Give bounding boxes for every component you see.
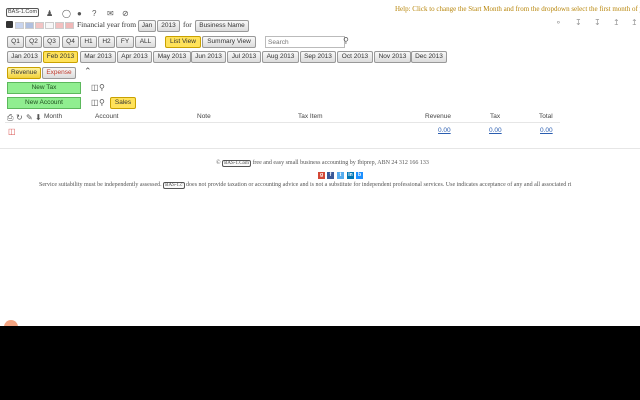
flag-icon[interactable] [65, 22, 74, 29]
footer-logo[interactable]: BAS-1.Com [222, 160, 251, 167]
chat-widget-icon[interactable] [4, 320, 18, 326]
header-divider [5, 122, 560, 123]
month-button[interactable]: Aug 2013 [262, 51, 299, 63]
list-view-button[interactable]: List View [165, 36, 201, 48]
app-window: BAS-1.Com ♟ ◯ ● ? ✉ ⊘ Help: Click to cha… [0, 0, 640, 326]
month-button[interactable]: Jun 2013 [191, 51, 226, 63]
period-all-button[interactable]: ALL [135, 36, 156, 48]
col-revenue[interactable]: Revenue [425, 113, 451, 120]
month-button[interactable]: Feb 2013 [43, 51, 78, 63]
calendar-icon[interactable] [6, 21, 13, 28]
copyright-symbol: © [216, 160, 221, 166]
download2-icon[interactable]: ↧ [594, 18, 601, 27]
summary-view-button[interactable]: Summary View [202, 36, 256, 48]
period-h2-button[interactable]: H2 [98, 36, 115, 48]
new-tax-button[interactable]: New Tax [7, 82, 81, 94]
revenue-tab[interactable]: Revenue [7, 67, 41, 79]
collapse-icon[interactable]: ⌃ [84, 67, 92, 76]
search-icon[interactable]: ⚲ [343, 36, 349, 45]
col-month[interactable]: Month [44, 113, 62, 120]
row-total[interactable]: 0.00 [540, 127, 553, 134]
flag-icon[interactable] [45, 22, 54, 29]
month-button[interactable]: Sep 2013 [300, 51, 336, 63]
col-total[interactable]: Total [539, 113, 553, 120]
social-icon[interactable]: b [356, 172, 363, 179]
linkedin-icon[interactable]: in [347, 172, 354, 179]
flag-icon[interactable] [25, 22, 34, 29]
fy-year-button[interactable]: 2013 [157, 20, 180, 32]
flag-icon[interactable] [35, 22, 44, 29]
upload-icon[interactable]: ↥ [613, 18, 620, 27]
month-button[interactable]: May 2013 [153, 51, 191, 63]
search-icon[interactable]: ⚲ [99, 98, 105, 107]
print-icon[interactable]: ⎙ [7, 113, 13, 122]
fy-month-button[interactable]: Jan [138, 20, 156, 32]
person-icon[interactable]: ● [77, 9, 82, 18]
mail-icon[interactable]: ✉ [107, 9, 114, 18]
col-account[interactable]: Account [95, 113, 119, 120]
footer-line2: Service suitability must be independentl… [39, 182, 571, 189]
col-tax[interactable]: Tax [490, 113, 500, 120]
row-revenue[interactable]: 0.00 [438, 127, 451, 134]
month-button[interactable]: Jan 2013 [7, 51, 42, 63]
down-arrow-icon[interactable]: ⬇ [35, 113, 42, 122]
period-fy-button[interactable]: FY [116, 36, 134, 48]
trash-icon[interactable]: ◫ [8, 127, 16, 136]
footer-disclaimer-post: does not provide taxation or accounting … [186, 182, 572, 188]
trash-icon[interactable]: ◫ [91, 83, 99, 92]
footer-line1: © BAS-1.Com free and easy small business… [216, 160, 429, 167]
sales-button[interactable]: Sales [110, 97, 136, 109]
search-icon[interactable]: ⚲ [99, 83, 105, 92]
period-q1-button[interactable]: Q1 [7, 36, 24, 48]
footer-disclaimer-pre: Service suitability must be independentl… [39, 182, 162, 188]
share-icon[interactable]: ⚬ [555, 18, 562, 27]
logo[interactable]: BAS-1.Com [6, 8, 40, 17]
flag-icon[interactable] [55, 22, 64, 29]
footer-text: free and easy small business accounting … [252, 160, 429, 166]
period-q2-button[interactable]: Q2 [25, 36, 42, 48]
flag-icon[interactable] [15, 22, 24, 29]
help-icon[interactable]: ? [92, 9, 96, 18]
help-text: Help: Click to change the Start Month an… [395, 5, 640, 13]
fy-for-label: for [183, 20, 192, 29]
month-button[interactable]: Oct 2013 [337, 51, 373, 63]
col-tax-item[interactable]: Tax Item [298, 113, 323, 120]
facebook-icon[interactable]: f [327, 172, 334, 179]
twitter-icon[interactable]: t [337, 172, 344, 179]
upload2-icon[interactable]: ↥ [631, 18, 638, 27]
footer-divider [0, 148, 640, 149]
period-q4-button[interactable]: Q4 [62, 36, 79, 48]
search-input[interactable] [265, 36, 345, 48]
user-icon[interactable]: ♟ [46, 9, 53, 18]
month-button[interactable]: Mar 2013 [80, 51, 116, 63]
month-button[interactable]: Nov 2013 [374, 51, 411, 63]
col-note[interactable]: Note [197, 113, 211, 120]
edit-icon[interactable]: ✎ [26, 113, 33, 122]
month-button[interactable]: Dec 2013 [411, 51, 447, 63]
row-tax[interactable]: 0.00 [489, 127, 502, 134]
new-account-button[interactable]: New Account [7, 97, 81, 109]
period-q3-button[interactable]: Q3 [43, 36, 60, 48]
expense-tab[interactable]: Expense [42, 67, 76, 79]
fy-label: Financial year from [77, 20, 137, 29]
footer-logo2[interactable]: BAS-1.c [163, 182, 185, 189]
period-h1-button[interactable]: H1 [80, 36, 97, 48]
google-plus-icon[interactable]: g [318, 172, 325, 179]
coin-icon[interactable]: ◯ [62, 9, 71, 18]
month-button[interactable]: Apr 2013 [117, 51, 152, 63]
refresh-icon[interactable]: ↻ [16, 113, 23, 122]
download-icon[interactable]: ↧ [575, 18, 582, 27]
month-button[interactable]: Jul 2013 [227, 51, 261, 63]
trash-icon[interactable]: ◫ [91, 98, 99, 107]
hide-icon[interactable]: ⊘ [122, 9, 129, 18]
business-name-button[interactable]: Business Name [195, 20, 249, 32]
